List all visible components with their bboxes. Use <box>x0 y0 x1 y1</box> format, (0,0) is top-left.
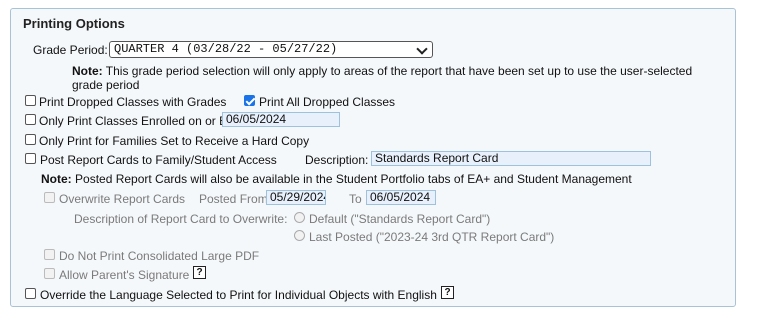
radio-default-label: Default ("Standards Report Card") <box>309 212 491 226</box>
desc-overwrite-label: Description of Report Card to Overwrite: <box>74 212 288 226</box>
radio-last-posted-label: Last Posted ("2023-24 3rd QTR Report Car… <box>309 230 555 244</box>
posted-to-label: To <box>349 192 362 206</box>
only-enrolled-checkbox[interactable] <box>25 114 36 125</box>
posted-from-label: Posted From <box>199 192 268 206</box>
radio-last-posted[interactable] <box>294 230 305 241</box>
note-label: Note: <box>72 64 103 78</box>
overwrite-label: Overwrite Report Cards <box>59 192 186 206</box>
note2-text: Posted Report Cards will also be availab… <box>75 172 632 186</box>
grade-period-note: Note: This grade period selection will o… <box>72 64 692 78</box>
override-language-label: Override the Language Selected to Print … <box>40 288 437 302</box>
print-all-dropped-checkbox[interactable] <box>244 95 255 106</box>
note2-label: Note: <box>41 172 72 186</box>
print-dropped-checkbox[interactable] <box>25 95 36 106</box>
grade-period-select[interactable]: QUARTER 4 (03/28/22 - 05/27/22) <box>109 41 433 58</box>
overwrite-checkbox[interactable] <box>44 192 55 203</box>
grade-period-value: QUARTER 4 (03/28/22 - 05/27/22) <box>114 42 338 56</box>
post-report-cards-checkbox[interactable] <box>25 153 36 164</box>
enrolled-date-input[interactable]: 06/05/2024 <box>222 112 340 127</box>
description-label: Description: <box>305 153 369 167</box>
description-input[interactable]: Standards Report Card <box>371 151 651 166</box>
help-icon[interactable]: ? <box>441 286 454 299</box>
help-icon[interactable]: ? <box>193 266 206 279</box>
radio-default[interactable] <box>294 212 305 223</box>
print-dropped-label: Print Dropped Classes with Grades <box>39 95 227 109</box>
note-text: This grade period selection will only ap… <box>105 64 693 78</box>
print-all-dropped-label: Print All Dropped Classes <box>259 95 396 109</box>
grade-period-label: Grade Period: <box>33 43 108 57</box>
hard-copy-checkbox[interactable] <box>25 134 36 145</box>
grade-period-note-line2: grade period <box>72 78 140 92</box>
post-report-cards-label: Post Report Cards to Family/Student Acce… <box>40 153 277 167</box>
override-language-checkbox[interactable] <box>25 288 36 299</box>
hard-copy-label: Only Print for Families Set to Receive a… <box>39 134 310 148</box>
posted-from-input[interactable]: 05/29/2024 <box>266 190 326 205</box>
parent-signature-label: Allow Parent's Signature <box>59 268 190 282</box>
posted-to-input[interactable]: 06/05/2024 <box>366 190 436 205</box>
parent-signature-checkbox[interactable] <box>44 268 55 279</box>
no-pdf-label: Do Not Print Consolidated Large PDF <box>59 249 260 263</box>
chevron-down-icon <box>416 43 428 55</box>
no-pdf-checkbox[interactable] <box>44 249 55 260</box>
posted-note: Note: Posted Report Cards will also be a… <box>41 172 632 186</box>
section-title: Printing Options <box>23 16 125 31</box>
